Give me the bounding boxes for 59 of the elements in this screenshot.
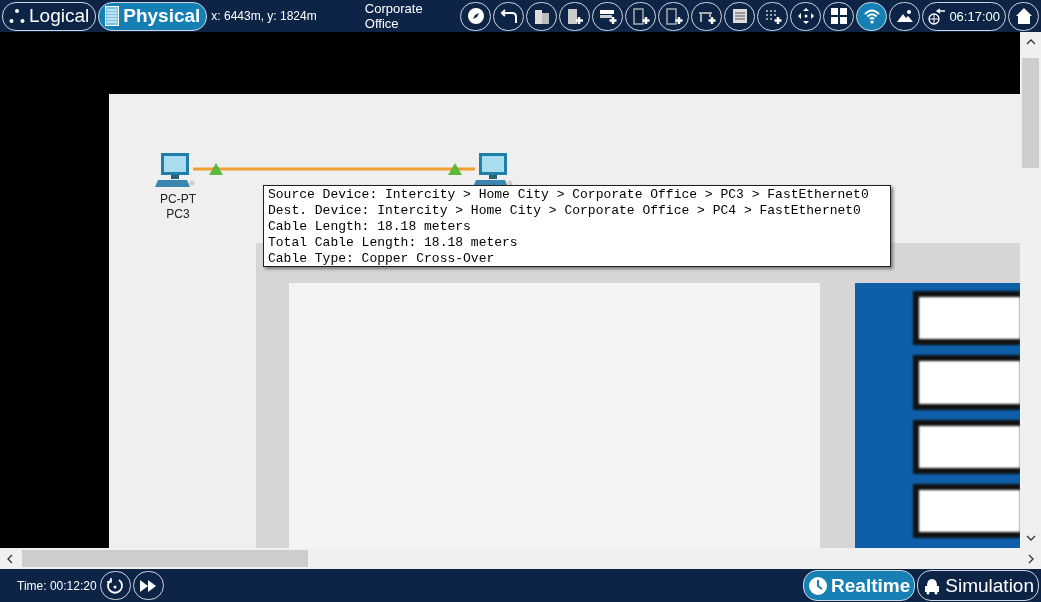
fast-forward-button[interactable] (132, 571, 164, 600)
toolbar-button[interactable] (757, 1, 789, 31)
add-rack-icon (631, 7, 650, 25)
scrollbar-thumb[interactable] (22, 550, 308, 567)
buildings-icon (532, 7, 551, 25)
add-closet-icon (598, 7, 617, 25)
link-light-icon (448, 163, 462, 175)
toolbar-button[interactable] (460, 1, 492, 31)
coordinates-readout: x: 6443m, y: 1824m (211, 9, 318, 23)
list-icon (730, 7, 749, 25)
horizontal-scrollbar[interactable] (0, 548, 1041, 569)
toolbar-button[interactable] (856, 1, 888, 31)
device-model-label: PC-PT (160, 192, 196, 207)
clock-icon (808, 575, 829, 596)
toolbar-button[interactable] (559, 1, 591, 31)
compass-icon (466, 7, 485, 25)
add-grid-icon (763, 7, 782, 25)
home-button[interactable] (1008, 1, 1039, 31)
add-rack-icon (664, 7, 683, 25)
fast-forward-icon (139, 578, 158, 593)
nodes-icon (9, 8, 25, 24)
toolbar-button[interactable] (691, 1, 723, 31)
location-label: Corporate Office (364, 1, 424, 31)
toolbar-button[interactable] (823, 1, 855, 31)
back-arrow-icon (499, 7, 518, 25)
toolbar-button[interactable] (658, 1, 690, 31)
add-building-icon (565, 7, 584, 25)
elapsed-time: Time: 00:12:20 (17, 578, 97, 593)
tiles-icon (829, 7, 848, 25)
tooltip-line: Cable Type: Copper Cross-Over (268, 251, 496, 267)
device-name-label: PC3 (166, 207, 190, 222)
wifi-icon (862, 7, 881, 25)
toolbar-button[interactable] (526, 1, 558, 31)
mode-tab[interactable]: Simulation (917, 570, 1039, 601)
reset-time-button[interactable] (99, 571, 131, 600)
link-light-icon (209, 163, 223, 175)
move-arrows-icon (796, 7, 815, 25)
mountain-icon (895, 7, 914, 25)
toolbar-button[interactable] (724, 1, 756, 31)
tooltip-line: Total Cable Length: 18.18 meters (268, 235, 519, 251)
rack-icon (105, 6, 120, 26)
scrollbar-thumb[interactable] (1022, 58, 1039, 168)
home-icon (1014, 7, 1033, 25)
toolbar-button[interactable] (625, 1, 657, 31)
tooltip-line: Source Device: Intercity > Home City > Corporate Office > PC3 > FastEthernet0 (268, 187, 870, 203)
clock-button[interactable]: 06:17:00 (922, 1, 1006, 31)
tooltip-line: Cable Length: 18.18 meters (268, 219, 472, 235)
toolbar-button[interactable] (592, 1, 624, 31)
toolbar-button[interactable] (790, 1, 822, 31)
mode-tab[interactable]: Realtime (803, 570, 916, 601)
computer-icon[interactable] (155, 152, 195, 190)
globe-icon (928, 7, 947, 25)
vertical-scrollbar[interactable] (1020, 32, 1041, 548)
view-tab[interactable]: Physical (98, 1, 208, 31)
toolbar-button[interactable] (493, 1, 525, 31)
tooltip-line: Dest. Device: Intercity > Home City > Corporate Office > PC4 > FastEthernet0 (268, 203, 862, 219)
view-tab[interactable]: Logical (2, 1, 97, 31)
toolbar-button[interactable] (889, 1, 921, 31)
reset-icon (106, 576, 125, 595)
